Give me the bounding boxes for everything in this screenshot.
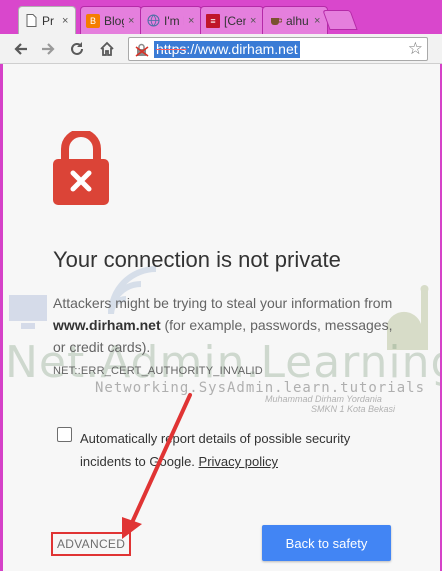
watermark-author: Muhammad Dirham Yordania [265,394,382,404]
red-lock-icon [53,131,109,205]
tab-alhu[interactable]: alhu × [262,6,328,34]
title-bar: Pr × B Blog × I'm L × ≡ [Cen × alhu × [0,0,442,34]
browser-toolbar: https://www.dirham.net ☆ [0,34,442,64]
watermark-subtitle: Networking.SysAdmin.learn.tutorials [95,380,426,396]
desc-text-start: Attackers might be trying to steal your … [53,295,393,311]
report-label: Automatically report details of possible… [80,427,380,473]
url-host: ://www.dirham.net [186,41,298,57]
close-tab-icon[interactable]: × [314,15,322,27]
watermark-school: SMKN 1 Kota Bekasi [311,404,396,414]
forward-arrow-icon [42,43,55,55]
privacy-policy-link[interactable]: Privacy policy [199,454,278,469]
tab-label: [Cen [224,13,246,28]
back-to-safety-button[interactable]: Back to safety [262,525,391,561]
back-button[interactable] [10,38,32,60]
desc-hostname: www.dirham.net [53,317,161,333]
tab-cen[interactable]: ≡ [Cen × [200,6,264,34]
tab-label: alhu [286,13,309,28]
computer-watermark-icon [9,295,47,329]
back-arrow-icon [14,43,27,55]
insecure-lock-icon[interactable] [135,43,149,62]
error-code[interactable]: NET::ERR_CERT_AUTHORITY_INVALID [53,365,263,377]
url-scheme: https [156,41,187,57]
home-icon [100,41,114,56]
page-title: Your connection is not private [53,247,341,272]
address-bar[interactable]: https://www.dirham.net ☆ [128,37,428,61]
tab-label: I'm L [164,13,184,28]
cup-icon [268,14,282,28]
close-tab-icon[interactable]: × [250,15,258,27]
url-text[interactable]: https://www.dirham.net [154,41,300,58]
reload-icon [71,42,83,55]
tab-im-l[interactable]: I'm L × [140,6,202,34]
reload-button[interactable] [66,38,88,60]
new-tab-button[interactable] [322,10,358,30]
globe-icon [146,14,160,28]
tab-label: Blog [104,13,124,28]
tab-blog[interactable]: B Blog × [80,6,142,34]
close-tab-icon[interactable]: × [62,15,70,27]
forward-button[interactable] [37,38,59,60]
bookmark-star-icon[interactable]: ☆ [408,40,423,58]
tab-label: Pr [42,13,54,28]
page-icon [24,14,38,28]
interstitial-page: Net.Admin.Learning Networking.SysAdmin.l… [3,64,440,571]
blogger-icon: B [86,13,100,28]
home-button[interactable] [96,38,118,60]
close-tab-icon[interactable]: × [188,15,196,27]
close-tab-icon[interactable]: × [128,15,136,27]
tab-privacy-error[interactable]: Pr × [18,6,76,34]
report-checkbox[interactable] [57,427,72,442]
advanced-link[interactable]: ADVANCED [51,532,132,556]
error-description: Attackers might be trying to steal your … [53,292,393,358]
site-red-icon: ≡ [206,13,220,28]
